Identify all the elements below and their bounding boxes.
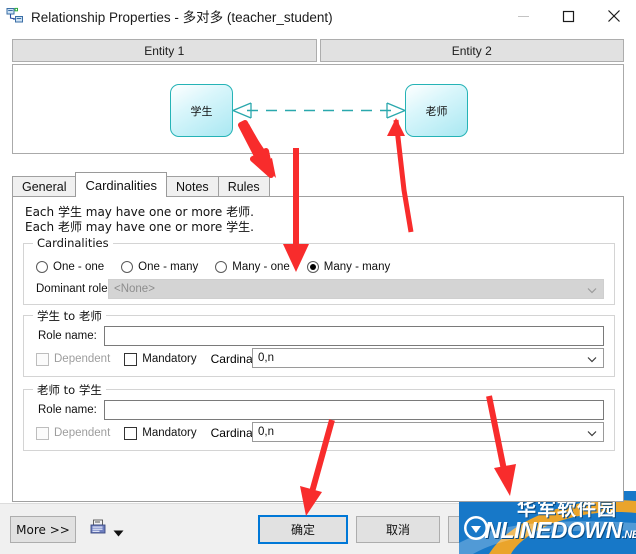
role-forward-group: 学生 to 老师 Role name: Dependent Mandatory … [23,308,615,377]
chevron-down-icon [587,285,597,297]
cardinalities-group: Cardinalities One - one One - many Many … [23,236,615,305]
print-dropdown-caret-icon[interactable] [113,526,124,540]
radio-many-many-dot [306,261,319,273]
title-bar: Relationship Properties - 多对多 (teacher_s… [0,0,636,32]
entity-header-tabs: Entity 1 Entity 2 [12,39,624,62]
role-reverse-options: Dependent Mandatory Cardinality: [36,426,271,440]
description-line-1: Each 学生 may have one or more 老师. [25,205,254,219]
radio-one-many-label: One - many [138,261,199,273]
chevron-down-icon [587,428,597,440]
radio-many-many[interactable]: Many - many [306,261,391,273]
role-forward-dependent-label: Dependent [54,353,111,365]
watermark-en-text: ONLINEDOWN.NET [467,517,636,544]
tab-cardinalities[interactable]: Cardinalities [75,172,168,197]
radio-many-one[interactable]: Many - one [215,261,290,273]
tab-general[interactable]: General [12,176,77,197]
cardinality-radio-group: One - one One - many Many - one Many - m… [36,261,407,273]
role-reverse-mandatory-label: Mandatory [142,427,197,439]
tab-strip: General Cardinalities Notes Rules [12,172,624,197]
tab-notes[interactable]: Notes [166,176,219,197]
cancel-button[interactable]: 取消 [356,516,440,543]
window-controls [501,0,636,32]
radio-many-one-dot [215,261,228,273]
role-reverse-dependent-label: Dependent [54,427,111,439]
radio-one-one-label: One - one [53,261,105,273]
entity-box-teacher[interactable]: 老师 [405,84,468,137]
role-reverse-name-input[interactable] [104,400,604,420]
role-reverse-cardinality-select[interactable]: 0,n [252,422,604,442]
role-forward-group-label: 学生 to 老师 [33,308,106,324]
radio-one-one[interactable]: One - one [36,261,104,273]
cardinalities-panel: Each 学生 may have one or more 老师. Each 老师… [12,196,624,502]
dominant-role-value: <None> [114,283,155,295]
entity-header-2[interactable]: Entity 2 [319,39,624,62]
chevron-down-icon [587,354,597,366]
role-reverse-mandatory-box [124,426,138,440]
more-button[interactable]: More >> [10,516,76,543]
role-forward-cardinality-value: 0,n [258,352,274,364]
maximize-button[interactable] [546,0,591,32]
relationship-description: Each 学生 may have one or more 老师. Each 老师… [25,205,254,235]
role-forward-mandatory-label: Mandatory [142,353,197,365]
role-reverse-name-label: Role name: [38,404,97,416]
tab-rules[interactable]: Rules [217,176,270,197]
role-reverse-cardinality-value: 0,n [258,426,274,438]
ok-button[interactable]: 确定 [258,515,348,544]
relationship-diagram: 学生 老师 [12,64,624,154]
description-line-2: Each 老师 may have one or more 学生. [25,220,254,234]
window-title: Relationship Properties - 多对多 (teacher_s… [31,10,333,25]
dominant-role-label: Dominant role: [36,283,111,295]
role-forward-name-label: Role name: [38,330,97,342]
watermark-en-main: ONLINEDOWN [467,517,622,543]
dominant-role-select[interactable]: <None> [108,279,604,299]
role-forward-dependent-checkbox[interactable]: Dependent [36,352,111,366]
relationship-link [232,102,406,119]
radio-many-one-label: Many - one [232,261,290,273]
role-forward-mandatory-box [124,352,138,366]
watermark-en-suffix: .NET [621,529,636,541]
role-forward-dependent-box [36,352,49,366]
radio-one-many[interactable]: One - many [121,261,198,273]
entity-header-1[interactable]: Entity 1 [12,39,317,62]
close-button[interactable] [591,0,636,32]
radio-one-one-dot [36,261,48,273]
minimize-button[interactable] [501,0,546,32]
entity-box-student[interactable]: 学生 [170,84,233,137]
role-forward-name-input[interactable] [104,326,604,346]
role-forward-mandatory-checkbox[interactable]: Mandatory [124,352,197,366]
radio-many-many-label: Many - many [323,261,391,273]
relationship-icon [6,7,24,25]
role-reverse-dependent-box [36,426,49,440]
watermark-logo-icon [464,516,488,540]
role-reverse-group-label: 老师 to 学生 [33,382,106,398]
cardinalities-group-label: Cardinalities [33,236,113,250]
role-reverse-dependent-checkbox[interactable]: Dependent [36,426,111,440]
role-reverse-mandatory-checkbox[interactable]: Mandatory [124,426,197,440]
role-forward-cardinality-select[interactable]: 0,n [252,348,604,368]
printer-icon[interactable] [90,519,108,537]
role-forward-options: Dependent Mandatory Cardinality: [36,352,271,366]
role-reverse-group: 老师 to 学生 Role name: Dependent Mandatory … [23,382,615,451]
radio-one-many-dot [121,261,134,273]
